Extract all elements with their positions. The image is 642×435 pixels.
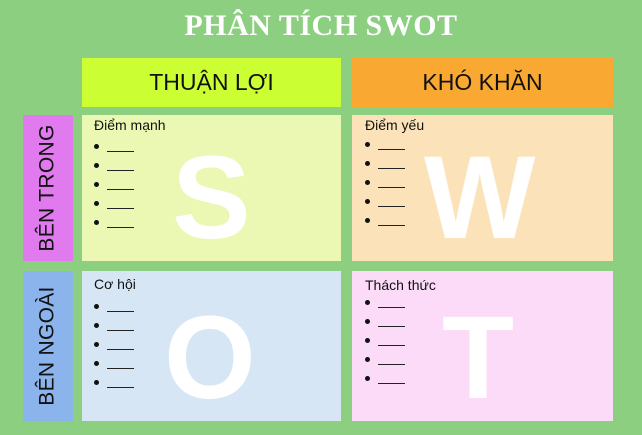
bullet-item (365, 350, 405, 369)
page-title: PHÂN TÍCH SWOT (184, 9, 458, 42)
bullet-dot-icon (365, 142, 370, 147)
bullet-dot-icon (365, 180, 370, 185)
blank-line (107, 170, 134, 171)
blank-line (378, 326, 405, 327)
bullet-dot-icon (94, 182, 99, 187)
bullet-item (365, 135, 405, 154)
bullet-dot-icon (365, 357, 370, 362)
bullet-item (94, 175, 134, 194)
bullet-item (365, 173, 405, 192)
quadrant-threats: T Thách thức (352, 271, 613, 421)
bullet-item (94, 194, 134, 213)
bullet-item (365, 192, 405, 211)
bullet-item (94, 316, 134, 335)
column-header-favorable: THUẬN LỢI (82, 58, 341, 107)
bullet-dot-icon (94, 220, 99, 225)
bullet-item (365, 293, 405, 312)
bullet-item (94, 213, 134, 232)
bullet-item (365, 312, 405, 331)
bullet-item (94, 156, 134, 175)
bullet-dot-icon (365, 319, 370, 324)
bullet-list-threats (365, 293, 405, 388)
row-header-external-label: BÊN NGOÀI (36, 286, 60, 406)
bullet-dot-icon (365, 199, 370, 204)
blank-line (107, 208, 134, 209)
bullet-item (365, 211, 405, 230)
bullet-dot-icon (365, 300, 370, 305)
row-header-internal-label: BÊN TRONG (36, 124, 60, 252)
blank-line (378, 206, 405, 207)
blank-line (107, 368, 134, 369)
blank-line (378, 383, 405, 384)
bullet-item (365, 154, 405, 173)
bullet-item (365, 369, 405, 388)
bullet-list-opportunities (94, 297, 134, 392)
bullet-item (94, 335, 134, 354)
blank-line (107, 387, 134, 388)
blank-line (378, 187, 405, 188)
bullet-dot-icon (365, 161, 370, 166)
blank-line (378, 345, 405, 346)
bullet-dot-icon (94, 304, 99, 309)
quadrant-strengths: S Điểm mạnh (82, 115, 341, 261)
quadrant-label-strengths: Điểm mạnh (94, 117, 166, 133)
bullet-item (94, 373, 134, 392)
quadrant-letter-s: S (172, 132, 251, 261)
column-header-difficult: KHÓ KHĂN (352, 58, 613, 107)
quadrant-label-weaknesses: Điểm yếu (365, 117, 425, 133)
blank-line (107, 227, 134, 228)
blank-line (378, 168, 405, 169)
blank-line (107, 330, 134, 331)
bullet-dot-icon (94, 342, 99, 347)
quadrant-label-threats: Thách thức (365, 277, 436, 293)
bullet-item (94, 297, 134, 316)
quadrant-letter-t: T (442, 292, 515, 421)
bullet-dot-icon (94, 163, 99, 168)
bullet-dot-icon (94, 323, 99, 328)
bullet-item (94, 137, 134, 156)
column-header-favorable-label: THUẬN LỢI (149, 69, 274, 95)
bullet-dot-icon (94, 144, 99, 149)
bullet-dot-icon (94, 361, 99, 366)
blank-line (378, 307, 405, 308)
blank-line (378, 149, 405, 150)
quadrant-letter-o: O (164, 292, 256, 421)
blank-line (107, 349, 134, 350)
bullet-list-weaknesses (365, 135, 405, 230)
quadrant-opportunities: O Cơ hội (82, 271, 341, 421)
bullet-item (365, 331, 405, 350)
bullet-dot-icon (94, 380, 99, 385)
bullet-list-strengths (94, 137, 134, 232)
column-header-difficult-label: KHÓ KHĂN (422, 69, 543, 95)
blank-line (378, 225, 405, 226)
row-header-external: BÊN NGOÀI (23, 271, 73, 421)
quadrant-label-opportunities: Cơ hội (94, 276, 136, 292)
row-header-internal: BÊN TRONG (23, 115, 73, 261)
blank-line (107, 151, 134, 152)
bullet-item (94, 354, 134, 373)
blank-line (107, 311, 134, 312)
quadrant-weaknesses: W Điểm yếu (352, 115, 613, 261)
blank-line (378, 364, 405, 365)
bullet-dot-icon (365, 338, 370, 343)
bullet-dot-icon (94, 201, 99, 206)
blank-line (107, 189, 134, 190)
quadrant-letter-w: W (424, 132, 536, 261)
bullet-dot-icon (365, 376, 370, 381)
bullet-dot-icon (365, 218, 370, 223)
